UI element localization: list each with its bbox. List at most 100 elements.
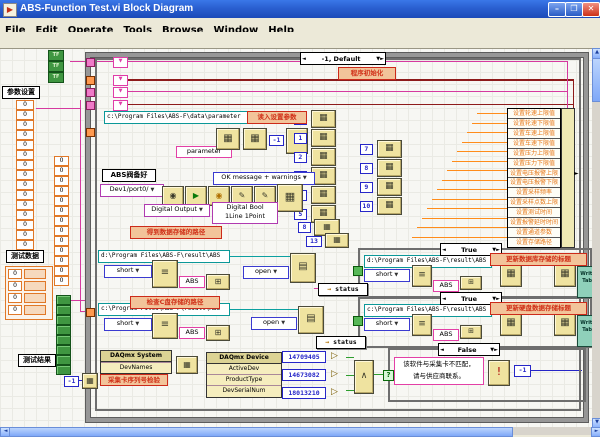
array-cell[interactable]: 0 [16, 170, 34, 180]
horizontal-scroll-thumb[interactable] [9, 427, 513, 437]
local-variable-row[interactable]: 设置采样点数上限 [508, 198, 560, 208]
array-cell[interactable]: 0 [54, 246, 69, 256]
cluster-cell[interactable]: 0 [8, 269, 22, 279]
ring-short[interactable]: short▼ [364, 318, 410, 331]
local-variable-row[interactable]: 设置报警延时时间 [508, 218, 560, 228]
boolean-cell[interactable] [56, 315, 71, 325]
array-cell[interactable]: 0 [16, 200, 34, 210]
array-cell[interactable]: 0 [16, 160, 34, 170]
local-variable-row[interactable]: 设置存储路径 [508, 238, 560, 247]
maximize-button[interactable]: ❐ [565, 2, 583, 17]
equal-node-icon[interactable]: ▷ [331, 351, 338, 362]
open-file-node[interactable]: ▤ [290, 253, 316, 283]
index-constant[interactable]: 1 [294, 133, 307, 144]
local-variable[interactable]: ▼ [113, 75, 128, 86]
index-array-node[interactable]: ▦ [311, 129, 336, 147]
boolean-cell[interactable] [56, 295, 71, 305]
convert-node[interactable]: ▦ [554, 312, 576, 336]
ring-open[interactable]: open▼ [251, 317, 297, 330]
local-variable-row[interactable]: 设置轮速下限值 [508, 119, 560, 129]
vertical-scroll-thumb[interactable] [592, 58, 600, 102]
local-variable-row[interactable]: 设置通道参数 [508, 228, 560, 238]
string-constant-abs[interactable]: ABS [179, 327, 205, 339]
close-button[interactable]: ✕ [582, 2, 600, 17]
array-cell[interactable]: 0 [54, 176, 69, 186]
boolean-cell[interactable] [56, 365, 71, 375]
local-variable[interactable]: ▼ [113, 57, 128, 68]
array-cell[interactable]: 0 [54, 276, 69, 286]
file-info-node[interactable]: ≡ [412, 265, 432, 287]
digital-output-ring[interactable]: Digital Output▼ [144, 204, 210, 217]
error-handler-node[interactable]: ▦ [277, 184, 303, 212]
compound-and-node[interactable]: ∧ [354, 360, 374, 394]
boolean-array-cell[interactable]: TF [48, 72, 64, 83]
read-file-node[interactable]: ▦ [500, 263, 522, 287]
local-variable-row[interactable]: 设置轮速上限值 [508, 109, 560, 119]
case-selector[interactable]: ◄ -1, Default ▼ ► [300, 52, 386, 65]
cluster-cell[interactable]: 0 [8, 281, 22, 291]
boolean-result-array[interactable] [56, 295, 71, 375]
vertical-scrollbar[interactable] [592, 48, 600, 427]
boolean-cell[interactable] [56, 305, 71, 315]
array-cell[interactable]: 0 [54, 216, 69, 226]
concat-strings-node[interactable]: ⊞ [460, 276, 482, 290]
array-cell[interactable]: 0 [54, 206, 69, 216]
index-constant[interactable]: 9 [360, 182, 373, 193]
boolean-cell[interactable] [56, 355, 71, 365]
concat-strings-node[interactable]: ⊞ [206, 274, 230, 290]
index-constant-8[interactable]: 8 [298, 222, 311, 233]
local-variable-row[interactable]: 设置采样频率 [508, 188, 560, 198]
mismatch-dialog-string[interactable]: 该软件与采集卡不匹配， 请与供应商联系。 [394, 357, 484, 385]
status-indicator[interactable]: → status [318, 283, 368, 296]
daq-create-task-node[interactable]: ◉ [162, 186, 184, 206]
constant-neg1-left[interactable]: -1 [64, 376, 79, 387]
array-cell[interactable]: 0 [54, 166, 69, 176]
status-indicator[interactable]: → status [316, 336, 366, 349]
string-constant-abs[interactable]: ABS [433, 280, 459, 292]
index-array-node[interactable]: ▦ [377, 159, 402, 177]
index-array-node[interactable]: ▦ [176, 356, 198, 374]
index-array-node[interactable]: ▦ [377, 197, 402, 215]
string-constant-abs[interactable]: ABS [179, 276, 205, 288]
array-cell[interactable]: 0 [54, 196, 69, 206]
daq-start-node[interactable]: ▶ [185, 186, 207, 206]
array-cell[interactable]: 0 [16, 110, 34, 120]
array-cell[interactable]: 0 [16, 120, 34, 130]
scroll-right-button[interactable]: ► [591, 427, 600, 437]
channel-constant[interactable]: Dev1/port0/▼ [100, 184, 164, 197]
local-variable-row[interactable]: 设置电压报警上限 [508, 169, 560, 179]
daqmx-device-row[interactable]: ActiveDev [207, 364, 281, 374]
local-variable[interactable]: ▼ [113, 100, 128, 111]
array-cell[interactable]: 0 [54, 156, 69, 166]
index-constant[interactable]: 10 [360, 201, 373, 212]
index-array-node[interactable]: ▦ [377, 178, 402, 196]
daqmx-device-node[interactable]: DAQmx Device ActiveDevProductTypeDevSeri… [206, 352, 282, 398]
open-file-node[interactable]: ▤ [298, 306, 324, 334]
serial-constant[interactable]: 18013210 [282, 387, 326, 399]
array-cell[interactable]: 0 [16, 220, 34, 230]
array-cell[interactable]: 0 [16, 180, 34, 190]
serial-constant[interactable]: 14673082 [282, 369, 326, 381]
serial-constant[interactable]: 14709405 [282, 351, 326, 363]
local-variables-stack[interactable]: 设置轮速上限值设置轮速下限值设置车速上限值设置车速下限值设置压力上限值设置压力下… [507, 108, 561, 248]
array-cell[interactable]: 0 [54, 256, 69, 266]
boolean-cell[interactable] [56, 335, 71, 345]
minimize-button[interactable]: – [548, 2, 566, 17]
index-array-node[interactable]: ▦ [325, 233, 349, 248]
index-constant[interactable]: 8 [360, 163, 373, 174]
case-next-icon[interactable]: ► [494, 345, 498, 355]
index-array-node[interactable]: ▦ [377, 140, 402, 158]
file-info-node[interactable]: ≡ [152, 260, 178, 288]
function-node-icon[interactable]: ▦ [82, 373, 98, 389]
constant-neg1[interactable]: -1 [269, 135, 284, 146]
file-info-node[interactable]: ≡ [152, 313, 178, 339]
boolean-array-cell[interactable]: TF [48, 61, 64, 72]
index-constant[interactable]: 2 [294, 152, 307, 163]
daqmx-system-node[interactable]: DAQmx System DevNames [100, 350, 172, 374]
one-button-dialog-node[interactable]: ! [488, 360, 510, 386]
array-cell[interactable]: 0 [16, 100, 34, 110]
local-variable-row[interactable]: 设置车速下限值 [508, 139, 560, 149]
concat-strings-node[interactable]: ⊞ [206, 325, 230, 341]
index-array-node[interactable]: ▦ [311, 186, 336, 204]
local-variable-row[interactable]: 设置测试时间 [508, 208, 560, 218]
